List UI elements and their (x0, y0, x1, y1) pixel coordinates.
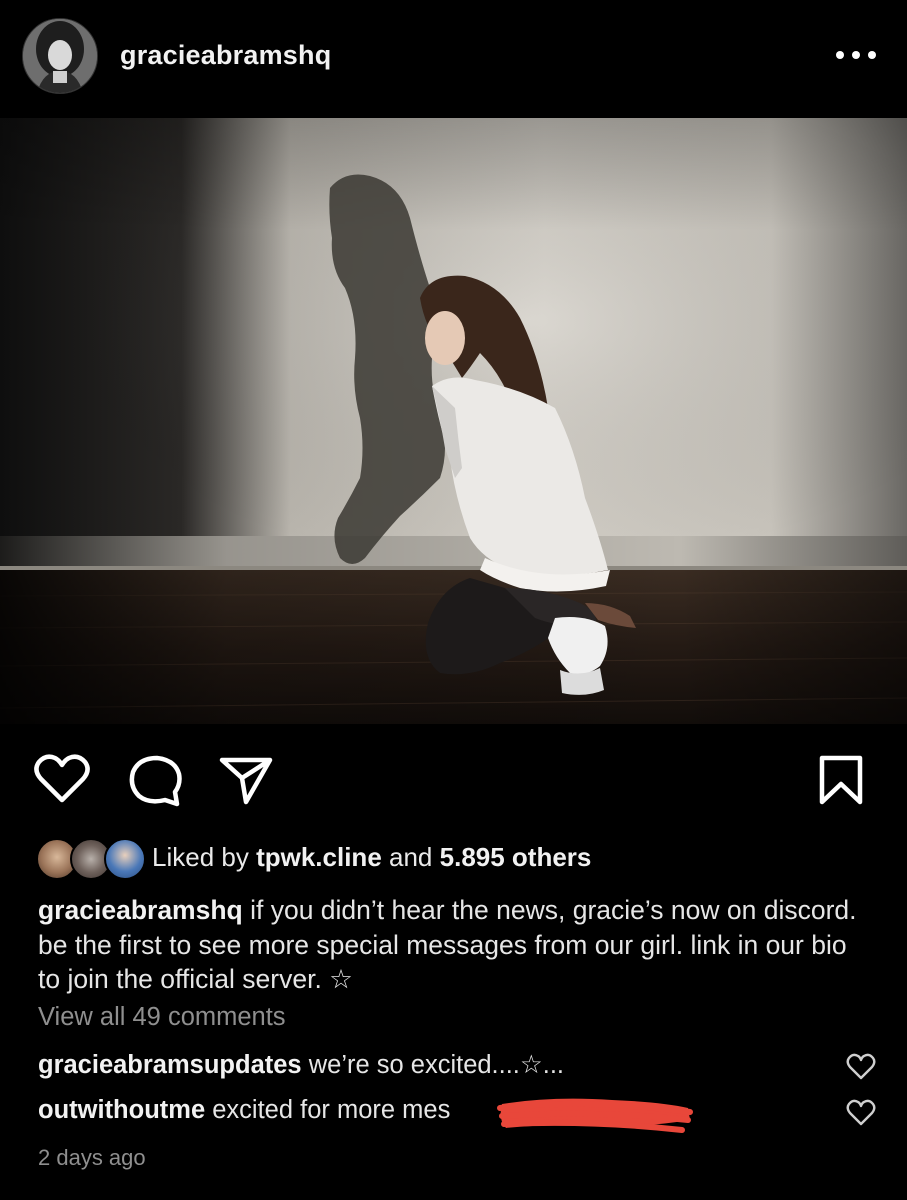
comment-text: excited for more mes (212, 1096, 451, 1124)
likes-joiner: and (389, 842, 433, 872)
bookmark-outline-icon[interactable] (818, 754, 864, 806)
comment-username[interactable]: gracieabramsupdates (38, 1051, 302, 1079)
likes-text: Liked by tpwk.cline and 5.895 others (152, 842, 591, 873)
liker-avatars (36, 838, 146, 880)
avatar-image (23, 19, 97, 93)
post-photo-image (0, 118, 907, 724)
comment-item: gracieabramsupdates we’re so excited....… (38, 1050, 564, 1080)
caption-username[interactable]: gracieabramshq (38, 895, 243, 925)
comment-bubble-icon[interactable] (127, 754, 183, 808)
post-caption: gracieabramshq if you didn’t hear the ne… (38, 893, 868, 997)
redaction-scribble (497, 1098, 693, 1133)
post-header: gracieabramshq (0, 0, 907, 118)
likes-row[interactable]: Liked by tpwk.cline and 5.895 others (36, 836, 896, 880)
post-photo[interactable] (0, 118, 907, 724)
view-all-comments-link[interactable]: View all 49 comments (38, 1003, 286, 1032)
comment-like-heart-icon[interactable] (846, 1099, 876, 1127)
liker-username[interactable]: tpwk.cline (256, 842, 382, 872)
comment-text: we’re so excited....☆... (308, 1051, 565, 1079)
likes-count[interactable]: 5.895 others (440, 842, 592, 872)
ellipsis-horizontal-icon[interactable] (834, 44, 878, 66)
profile-avatar[interactable] (22, 18, 98, 94)
paper-plane-icon[interactable] (218, 754, 274, 806)
comment-like-heart-icon[interactable] (846, 1053, 876, 1081)
likes-prefix: Liked by (152, 842, 249, 872)
comment-username[interactable]: outwithoutme (38, 1096, 205, 1124)
post-username[interactable]: gracieabramshq (120, 40, 331, 71)
heart-outline-icon[interactable] (34, 754, 90, 804)
comment-item: outwithoutme excited for more mes (38, 1096, 450, 1125)
post-actions (0, 724, 907, 834)
post-timestamp: 2 days ago (38, 1145, 146, 1170)
liker-avatar (104, 838, 146, 880)
